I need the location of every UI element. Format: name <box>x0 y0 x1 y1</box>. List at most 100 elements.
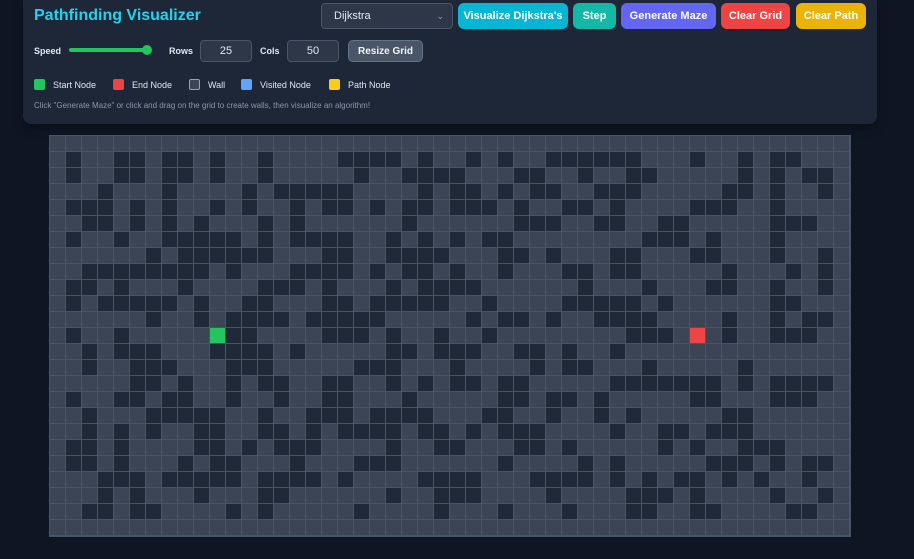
wall-cell[interactable] <box>98 312 113 327</box>
wall-cell[interactable] <box>770 408 785 423</box>
wall-cell[interactable] <box>706 328 721 343</box>
grid-cell[interactable] <box>722 472 737 487</box>
wall-cell[interactable] <box>754 184 769 199</box>
grid-cell[interactable] <box>818 280 833 295</box>
grid-cell[interactable] <box>242 344 257 359</box>
wall-cell[interactable] <box>258 264 273 279</box>
grid-cell[interactable] <box>498 184 513 199</box>
grid-cell[interactable] <box>258 280 273 295</box>
wall-cell[interactable] <box>194 328 209 343</box>
grid-cell[interactable] <box>770 280 785 295</box>
grid-cell[interactable] <box>210 152 225 167</box>
wall-cell[interactable] <box>546 296 561 311</box>
wall-cell[interactable] <box>98 232 113 247</box>
wall-cell[interactable] <box>50 184 65 199</box>
grid-cell[interactable] <box>610 376 625 391</box>
wall-cell[interactable] <box>786 344 801 359</box>
wall-cell[interactable] <box>466 328 481 343</box>
wall-cell[interactable] <box>194 280 209 295</box>
wall-cell[interactable] <box>114 248 129 263</box>
grid-cell[interactable] <box>706 504 721 519</box>
wall-cell[interactable] <box>514 456 529 471</box>
wall-cell[interactable] <box>354 520 369 535</box>
wall-cell[interactable] <box>50 504 65 519</box>
wall-cell[interactable] <box>578 312 593 327</box>
wall-cell[interactable] <box>482 392 497 407</box>
wall-cell[interactable] <box>242 152 257 167</box>
grid-cell[interactable] <box>610 424 625 439</box>
wall-cell[interactable] <box>322 360 337 375</box>
wall-cell[interactable] <box>162 280 177 295</box>
grid-cell[interactable] <box>754 440 769 455</box>
wall-cell[interactable] <box>274 216 289 231</box>
wall-cell[interactable] <box>706 136 721 151</box>
grid-cell[interactable] <box>162 296 177 311</box>
wall-cell[interactable] <box>786 280 801 295</box>
wall-cell[interactable] <box>802 440 817 455</box>
grid-cell[interactable] <box>626 264 641 279</box>
wall-cell[interactable] <box>370 440 385 455</box>
wall-cell[interactable] <box>370 504 385 519</box>
wall-cell[interactable] <box>642 200 657 215</box>
grid-cell[interactable] <box>178 248 193 263</box>
grid-cell[interactable] <box>562 440 577 455</box>
grid-cell[interactable] <box>690 248 705 263</box>
wall-cell[interactable] <box>418 136 433 151</box>
grid-cell[interactable] <box>450 344 465 359</box>
grid-cell[interactable] <box>530 472 545 487</box>
wall-cell[interactable] <box>482 280 497 295</box>
wall-cell[interactable] <box>450 392 465 407</box>
wall-cell[interactable] <box>706 440 721 455</box>
grid-cell[interactable] <box>306 424 321 439</box>
wall-cell[interactable] <box>818 328 833 343</box>
wall-cell[interactable] <box>306 168 321 183</box>
wall-cell[interactable] <box>834 184 849 199</box>
wall-cell[interactable] <box>434 216 449 231</box>
wall-cell[interactable] <box>834 520 849 535</box>
wall-cell[interactable] <box>306 296 321 311</box>
grid-cell[interactable] <box>258 232 273 247</box>
grid-cell[interactable] <box>498 264 513 279</box>
grid-cell[interactable] <box>226 328 241 343</box>
grid-cell[interactable] <box>258 152 273 167</box>
grid-cell[interactable] <box>354 152 369 167</box>
grid-cell[interactable] <box>322 296 337 311</box>
grid-cell[interactable] <box>114 344 129 359</box>
wall-cell[interactable] <box>546 280 561 295</box>
wall-cell[interactable] <box>594 200 609 215</box>
wall-cell[interactable] <box>306 520 321 535</box>
wall-cell[interactable] <box>482 136 497 151</box>
grid-cell[interactable] <box>578 264 593 279</box>
wall-cell[interactable] <box>498 216 513 231</box>
wall-cell[interactable] <box>66 312 81 327</box>
wall-cell[interactable] <box>338 136 353 151</box>
wall-cell[interactable] <box>818 440 833 455</box>
grid-cell[interactable] <box>274 440 289 455</box>
wall-cell[interactable] <box>578 184 593 199</box>
wall-cell[interactable] <box>338 344 353 359</box>
wall-cell[interactable] <box>578 488 593 503</box>
wall-cell[interactable] <box>434 312 449 327</box>
grid-cell[interactable] <box>546 152 561 167</box>
wall-cell[interactable] <box>226 296 241 311</box>
wall-cell[interactable] <box>98 520 113 535</box>
grid-cell[interactable] <box>450 488 465 503</box>
wall-cell[interactable] <box>626 216 641 231</box>
grid-cell[interactable] <box>130 344 145 359</box>
wall-cell[interactable] <box>642 456 657 471</box>
grid-cell[interactable] <box>738 408 753 423</box>
wall-cell[interactable] <box>290 504 305 519</box>
wall-cell[interactable] <box>194 520 209 535</box>
wall-cell[interactable] <box>354 296 369 311</box>
wall-cell[interactable] <box>226 408 241 423</box>
wall-cell[interactable] <box>722 504 737 519</box>
wall-cell[interactable] <box>274 152 289 167</box>
wall-cell[interactable] <box>530 280 545 295</box>
wall-cell[interactable] <box>386 264 401 279</box>
grid-cell[interactable] <box>770 200 785 215</box>
wall-cell[interactable] <box>162 504 177 519</box>
grid-cell[interactable] <box>546 488 561 503</box>
wall-cell[interactable] <box>66 360 81 375</box>
wall-cell[interactable] <box>226 520 241 535</box>
grid-cell[interactable] <box>98 264 113 279</box>
